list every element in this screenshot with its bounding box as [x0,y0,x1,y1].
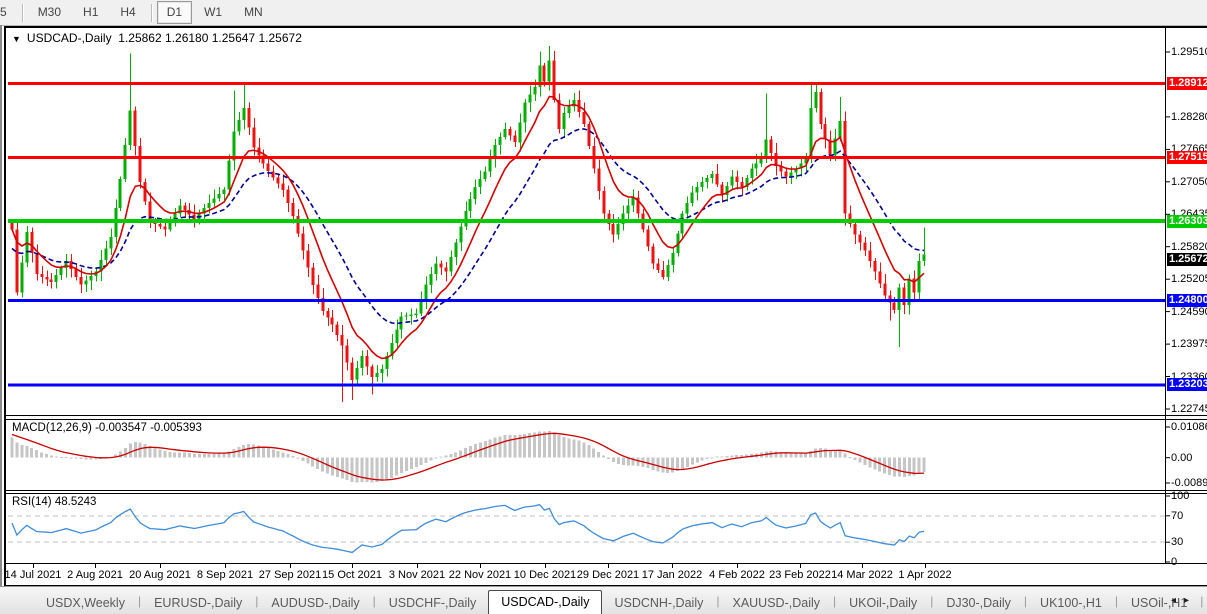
date-axis-label: 23 Feb 2022 [769,569,831,581]
macd-axis-label: 0.010869 [1171,421,1207,433]
date-axis-label: 10 Dec 2021 [513,569,577,581]
price-axis-label: 1.24590 [1171,305,1207,318]
price-level-badge: 1.24800 [1167,294,1207,308]
rsi-value: 48.5243 [54,496,97,508]
date-axis-label: 22 Nov 2021 [448,569,512,581]
price-axis-label: 1.23975 [1171,338,1207,351]
date-axis-label: 15 Oct 2021 [322,569,382,581]
mt4-terminal: 5 M30 H1 H4 D1 W1 MN ▼ USDCAD-,Daily 1.25862 1.… [0,0,1207,614]
date-axis-label: 27 Sep 2021 [258,569,322,581]
date-axis-label: 8 Sep 2021 [196,569,254,581]
rsi-label: RSI(14) 48.5243 [12,496,96,508]
price-axis-label: 1.29510 [1171,46,1207,58]
macd-name: MACD(12,26,9) [12,422,92,434]
date-axis-label: 20 Aug 2021 [129,569,191,581]
price-axis-label: 1.28280 [1171,110,1207,123]
price-level-badge: 1.27515 [1167,150,1207,164]
rsi-axis-label: 0 [1171,556,1178,568]
price-axis-label: 1.22745 [1171,403,1207,415]
rsi-axis-label: 70 [1171,509,1184,522]
date-axis-label: 3 Nov 2021 [388,569,446,581]
ohlc-close: 1.25672 [258,31,302,45]
macd-label: MACD(12,26,9) -0.003547 -0.005393 [12,422,202,434]
price-axis-label: 1.25820 [1171,240,1207,253]
chart-dropdown-icon[interactable]: ▼ [12,34,21,44]
date-axis-label: 2 Aug 2021 [67,569,123,581]
chart-canvas[interactable] [0,0,1207,614]
macd-axis-label: -0.00897 [1171,477,1207,489]
rsi-axis-label: 30 [1171,536,1184,549]
date-axis-label: 29 Dec 2021 [576,569,640,581]
rsi-name: RSI(14) [12,496,52,508]
date-axis-label: 17 Jan 2022 [641,569,703,581]
ohlc-open: 1.25862 [118,31,162,45]
price-level-badge: 1.26303 [1167,214,1207,228]
macd-value-signal: -0.005393 [150,422,202,434]
date-axis-label: 14 Mar 2022 [831,569,893,581]
date-axis-label: 14 Jul 2021 [4,569,62,581]
ohlc-low: 1.25647 [211,31,256,45]
price-level-badge: 1.23203 [1167,378,1207,392]
macd-value-main: -0.003547 [95,422,147,434]
date-axis-label: 1 Apr 2022 [898,569,952,581]
current-price-badge: 1.25672 [1167,252,1207,266]
price-axis-label: 1.27050 [1171,175,1207,188]
ohlc-high: 1.26180 [165,31,209,45]
chart-symbol: USDCAD-,Daily [26,31,112,45]
date-axis-label: 4 Feb 2022 [709,569,765,581]
price-axis-label: 1.25205 [1171,273,1207,286]
macd-axis-label: 0.00 [1171,451,1193,464]
chart-title: ▼ USDCAD-,Daily 1.25862 1.26180 1.25647 1… [12,31,302,45]
rsi-axis-label: 100 [1171,490,1190,502]
price-level-badge: 1.28912 [1167,77,1207,91]
